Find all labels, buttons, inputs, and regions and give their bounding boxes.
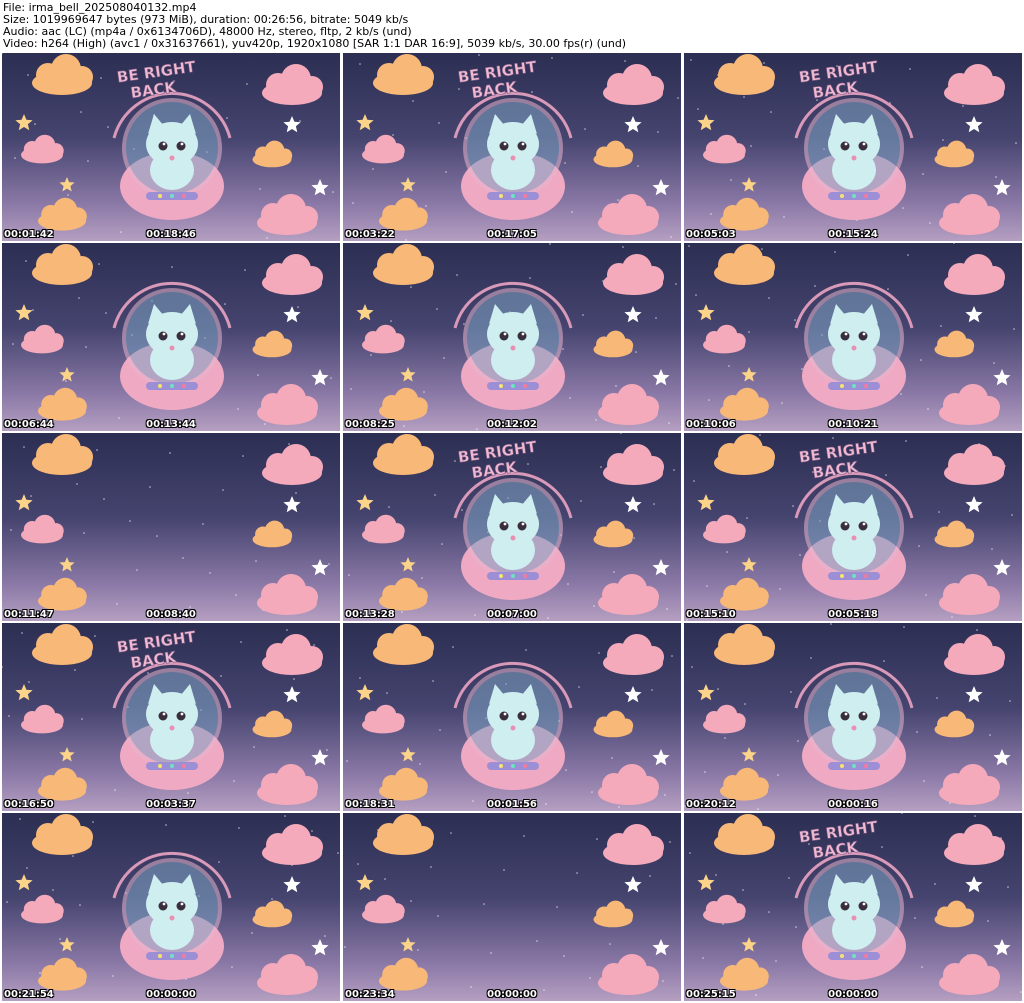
thumbnail-scene (344, 814, 671, 995)
remaining-time-label: 00:00:00 (146, 989, 196, 1000)
cat-in-pod (112, 281, 232, 410)
video-thumbnail: BE RIGHT BACK 00:01:42 00:18:46 (2, 53, 340, 241)
remaining-time-label: 00:08:40 (146, 609, 196, 620)
remaining-time-label: 00:10:21 (828, 419, 878, 430)
remaining-time-label: 00:07:00 (487, 609, 537, 620)
video-thumbnail: 00:23:34 00:00:00 (343, 813, 681, 1001)
file-info-header: File: irma_bell_202508040132.mp4 Size: 1… (0, 0, 1024, 53)
be-right-back-sign: BE RIGHT BACK (116, 627, 198, 672)
video-thumbnail: 00:21:54 00:00:00 (2, 813, 340, 1001)
cat-illustration (453, 281, 573, 410)
remaining-time-label: 00:00:16 (828, 799, 878, 810)
be-right-back-sign: BE RIGHT BACK (116, 57, 198, 102)
cat-illustration (453, 661, 573, 790)
video-thumbnail: 00:18:31 00:01:56 (343, 623, 681, 811)
video-thumbnail: 00:08:25 00:12:02 (343, 243, 681, 431)
video-thumbnail: 00:11:47 00:08:40 (2, 433, 340, 621)
remaining-time-label: 00:15:24 (828, 229, 878, 240)
video-thumbnail: 00:20:12 00:00:16 (684, 623, 1022, 811)
cat-illustration (794, 661, 914, 790)
cat-in-pod (794, 661, 914, 790)
cat-in-pod (453, 661, 573, 790)
video-thumbnail: 00:06:44 00:13:44 (2, 243, 340, 431)
remaining-time-label: 00:00:00 (828, 989, 878, 1000)
remaining-time-label: 00:05:18 (828, 609, 878, 620)
be-right-back-sign: BE RIGHT BACK (798, 57, 880, 102)
video-thumbnail: BE RIGHT BACK 00:25:15 00:00:00 (684, 813, 1022, 1001)
video-thumbnail: BE RIGHT BACK 00:05:03 00:15:24 (684, 53, 1022, 241)
remaining-time-label: 00:01:56 (487, 799, 537, 810)
video-thumbnail: BE RIGHT BACK 00:16:50 00:03:37 (2, 623, 340, 811)
remaining-time-label: 00:12:02 (487, 419, 537, 430)
be-right-back-sign: BE RIGHT BACK (457, 437, 539, 482)
remaining-time-label: 00:00:00 (487, 989, 537, 1000)
remaining-time-label: 00:18:46 (146, 229, 196, 240)
cat-in-pod (794, 281, 914, 410)
remaining-time-label: 00:13:44 (146, 419, 196, 430)
be-right-back-sign: BE RIGHT BACK (798, 817, 880, 862)
video-info-line: Video: h264 (High) (avc1 / 0x31637661), … (3, 37, 627, 50)
video-thumbnail: BE RIGHT BACK 00:15:10 00:05:18 (684, 433, 1022, 621)
thumbnail-grid: BE RIGHT BACK 00:01:42 00:18:46 BE RIGHT… (2, 53, 1023, 1003)
video-thumbnail: 00:10:06 00:10:21 (684, 243, 1022, 431)
video-thumbnail: BE RIGHT BACK 00:13:28 00:07:00 (343, 433, 681, 621)
cat-illustration (112, 281, 232, 410)
video-thumbnail: BE RIGHT BACK 00:03:22 00:17:05 (343, 53, 681, 241)
cat-illustration (112, 851, 232, 980)
be-right-back-sign: BE RIGHT BACK (798, 437, 880, 482)
remaining-time-label: 00:03:37 (146, 799, 196, 810)
be-right-back-sign: BE RIGHT BACK (457, 57, 539, 102)
remaining-time-label: 00:17:05 (487, 229, 537, 240)
cat-illustration (794, 281, 914, 410)
cat-in-pod (112, 851, 232, 980)
cat-in-pod (453, 281, 573, 410)
thumbnail-scene (10, 434, 330, 615)
